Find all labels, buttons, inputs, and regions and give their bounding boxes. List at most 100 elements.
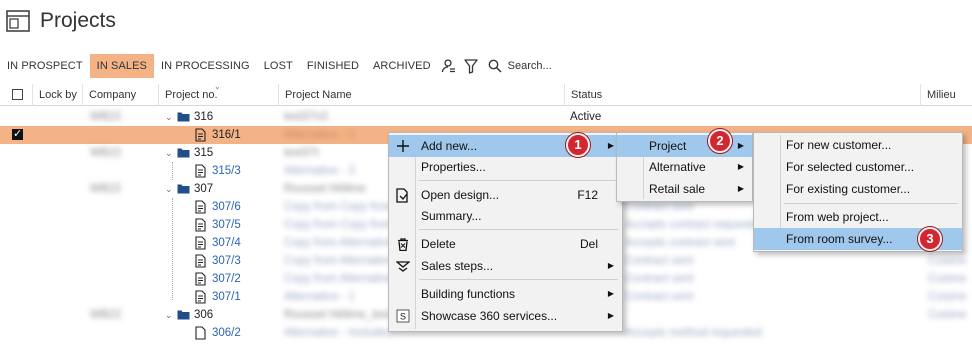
step-badge-1: 1: [566, 133, 590, 157]
submenu-add-new: Project ▶ Alternative ▶ Retail sale ▶: [616, 132, 753, 202]
project-number: 315: [194, 147, 214, 159]
project-name: Rousset Hélène_test: [284, 309, 391, 321]
folder-icon: [177, 306, 190, 324]
status-cell: Contract sent: [625, 273, 694, 285]
project-name: Alternative - 1: [284, 129, 355, 141]
select-all-checkbox[interactable]: [12, 89, 23, 100]
folder-icon: [177, 180, 190, 198]
table-row[interactable]: WB22 ⌄ 316 test37n2 Active: [0, 108, 972, 126]
chevron-down-icon[interactable]: ⌄: [165, 108, 173, 126]
submenu-arrow-icon: ▶: [737, 162, 744, 171]
document-icon: [195, 234, 207, 252]
project-number: 316: [194, 111, 214, 123]
project-number: 307/5: [212, 219, 241, 231]
status-cell: Accepts contract requested: [625, 219, 765, 231]
tab-lost[interactable]: LOST: [257, 54, 300, 78]
user-filter-icon[interactable]: [438, 54, 460, 78]
project-name: test37t: [284, 147, 319, 159]
sales-steps-icon: [395, 258, 411, 274]
menu-item-open-design[interactable]: Open design... F12: [389, 184, 622, 206]
project-name: Rousset Hélène: [284, 183, 366, 195]
tab-in-processing[interactable]: IN PROCESSING: [154, 54, 257, 78]
project-name: Copy from Alternative: [284, 255, 394, 267]
submenu-arrow-icon: ▶: [607, 289, 614, 298]
submenu-arrow-icon: ▶: [607, 261, 614, 270]
tab-in-sales[interactable]: IN SALES: [89, 54, 154, 78]
status-cell: Accepts contract sent: [625, 237, 735, 249]
menu-item-for-existing-customer[interactable]: For existing customer...: [754, 178, 962, 200]
select-all-cell[interactable]: [6, 84, 32, 106]
column-milieu[interactable]: Milieu: [920, 84, 972, 106]
menu-item-from-web-project[interactable]: From web project...: [754, 206, 962, 228]
row-checkbox[interactable]: [12, 127, 23, 140]
milieu-cell: Cuisine: [928, 255, 967, 267]
project-name: Alternative - 1: [284, 291, 355, 303]
column-status[interactable]: Status: [564, 84, 920, 106]
status-cell: Active: [570, 111, 602, 123]
plus-icon: [395, 138, 411, 154]
tab-in-prospect[interactable]: IN PROSPECT: [0, 54, 90, 78]
submenu-arrow-icon: ▶: [737, 141, 744, 150]
milieu-cell: Cuisine: [928, 291, 967, 303]
column-company[interactable]: Company: [82, 84, 158, 106]
menu-item-showcase-360[interactable]: S Showcase 360 services... ▶: [389, 305, 622, 327]
menu-item-retail-sale[interactable]: Retail sale ▶: [617, 178, 752, 200]
menu-item-sales-steps[interactable]: Sales steps... ▶: [389, 255, 622, 277]
project-number: 306/2: [212, 327, 241, 339]
step-badge-3: 3: [918, 227, 942, 251]
funnel-icon[interactable]: [460, 54, 482, 78]
document-icon: [195, 198, 207, 216]
menu-item-summary[interactable]: Summary...: [389, 205, 622, 227]
document-icon: [195, 126, 207, 144]
project-name: Copy from Copy from: [284, 201, 394, 213]
step-badge-2: 2: [708, 129, 732, 153]
showcase-s-icon: S: [395, 308, 411, 324]
svg-text:S: S: [400, 312, 406, 322]
submenu-arrow-icon: ▶: [737, 184, 744, 193]
column-project-name[interactable]: Project Name: [278, 84, 564, 106]
menu-item-for-new-customer[interactable]: For new customer...: [754, 134, 962, 156]
menu-separator: [419, 279, 618, 280]
status-tabs: IN PROSPECT IN SALES IN PROCESSING LOST …: [0, 54, 552, 78]
project-number: 306: [194, 309, 214, 321]
project-name: Copy from Alternative: [284, 237, 394, 249]
submenu-arrow-icon: ▶: [607, 311, 614, 320]
table-header: Lock by Company Project no. ⌄ Project Na…: [0, 82, 972, 106]
folder-icon: [177, 108, 190, 126]
page-title-text: Projects: [40, 9, 116, 32]
document-icon: [195, 252, 207, 270]
chevron-down-icon[interactable]: ⌄: [165, 144, 173, 162]
project-name: Alternative - Included: [284, 327, 393, 339]
project-number: 307/2: [212, 273, 241, 285]
company-cell: WB22: [90, 111, 122, 123]
company-cell: WB22: [90, 147, 122, 159]
window-icon: [6, 10, 30, 32]
column-lock-by[interactable]: Lock by: [32, 84, 82, 106]
menu-item-properties[interactable]: Properties...: [389, 156, 622, 178]
chevron-down-icon[interactable]: ⌄: [165, 306, 173, 324]
menu-item-delete[interactable]: Delete Del: [389, 233, 622, 255]
page-title: Projects: [6, 6, 116, 36]
project-number: 307: [194, 183, 214, 195]
tab-finished[interactable]: FINISHED: [300, 54, 366, 78]
search-input[interactable]: Search...: [508, 60, 552, 72]
chevron-down-icon[interactable]: ⌄: [165, 180, 173, 198]
project-number: 307/6: [212, 201, 241, 213]
sort-chevron-icon: ⌄: [214, 82, 221, 91]
menu-separator: [419, 229, 618, 230]
project-number: 307/3: [212, 255, 241, 267]
search-box[interactable]: Search...: [488, 59, 552, 73]
project-name: test37n2: [284, 111, 329, 123]
menu-item-alternative[interactable]: Alternative ▶: [617, 156, 752, 178]
submenu-arrow-icon: ▶: [607, 141, 614, 150]
status-cell: Contract sent: [625, 255, 694, 267]
magnifier-icon: [488, 59, 502, 73]
company-cell: WB22: [90, 183, 122, 195]
menu-item-building-functions[interactable]: Building functions ▶: [389, 283, 622, 305]
menu-item-for-selected-customer[interactable]: For selected customer...: [754, 156, 962, 178]
tab-archived[interactable]: ARCHIVED: [366, 54, 438, 78]
folder-icon: [177, 144, 190, 162]
document-icon: [195, 216, 207, 234]
document-icon: [195, 324, 207, 342]
status-cell: Accepts method requested: [625, 327, 762, 339]
